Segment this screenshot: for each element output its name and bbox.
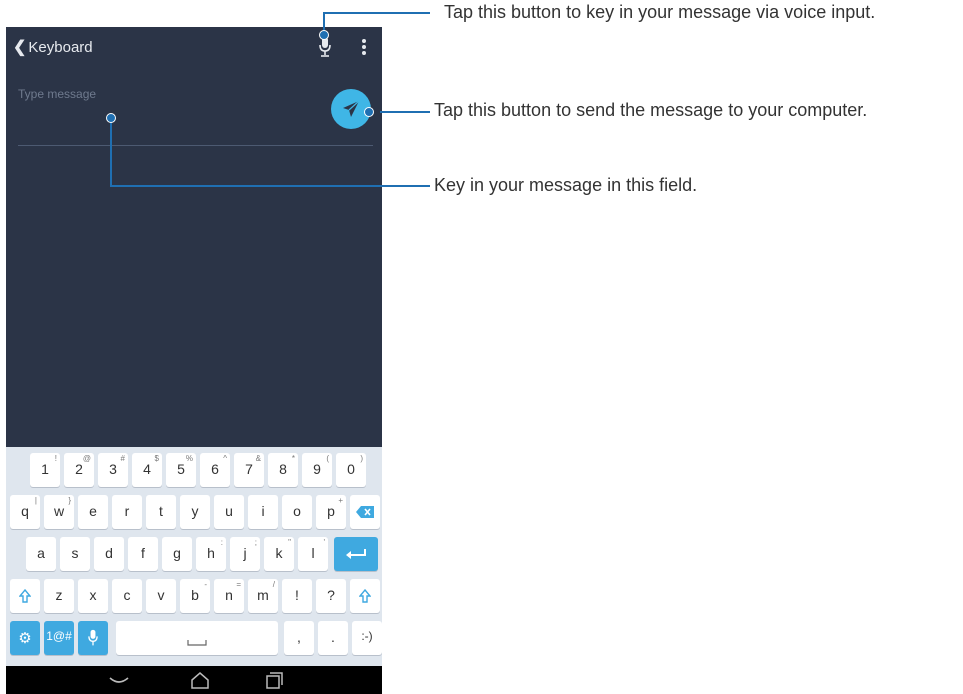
back-button[interactable]: ❮ Keyboard bbox=[13, 37, 93, 57]
key[interactable]: e bbox=[78, 495, 108, 529]
key[interactable]: v bbox=[146, 579, 176, 613]
key[interactable]: 5% bbox=[166, 453, 196, 487]
field-callout-dot bbox=[106, 113, 116, 123]
recent-apps-icon[interactable] bbox=[263, 670, 285, 690]
key[interactable]: ! bbox=[282, 579, 312, 613]
key[interactable]: z bbox=[44, 579, 74, 613]
key[interactable]: d bbox=[94, 537, 124, 571]
enter-icon bbox=[346, 549, 366, 559]
backspace-key[interactable] bbox=[350, 495, 380, 529]
key[interactable]: q | bbox=[10, 495, 40, 529]
navigation-bar bbox=[6, 666, 382, 694]
keyboard-row-bottom: ⚙ 1@# , . :-) bbox=[6, 619, 382, 655]
send-callout-line bbox=[380, 111, 430, 113]
shift-key-left[interactable] bbox=[10, 579, 40, 613]
keyboard-settings-key[interactable]: ⚙ bbox=[10, 621, 40, 655]
shift-key-right[interactable] bbox=[350, 579, 380, 613]
soft-keyboard: 1! 2 @ 3 # 4 $ 5% 6 ^ 7 & 8 * 9( 0) q | w} e r … bbox=[6, 447, 382, 666]
key[interactable]: t bbox=[146, 495, 176, 529]
key[interactable]: w} bbox=[44, 495, 74, 529]
voice-callout-dot bbox=[319, 30, 329, 40]
period-key[interactable]: . bbox=[318, 621, 348, 655]
key[interactable]: 8 * bbox=[268, 453, 298, 487]
keyboard-row-zxcv: z x c v b- n = m / ! ? bbox=[6, 577, 382, 613]
home-icon[interactable] bbox=[189, 670, 211, 690]
enter-key[interactable] bbox=[334, 537, 378, 571]
field-callout-line bbox=[110, 185, 430, 187]
key[interactable]: p + bbox=[316, 495, 346, 529]
key[interactable]: i bbox=[248, 495, 278, 529]
key[interactable]: 6 ^ bbox=[200, 453, 230, 487]
overflow-menu-icon[interactable] bbox=[361, 36, 367, 58]
back-label: Keyboard bbox=[28, 38, 93, 56]
key[interactable]: s bbox=[60, 537, 90, 571]
backspace-icon bbox=[356, 506, 374, 518]
comma-key[interactable]: , bbox=[284, 621, 314, 655]
field-callout-line bbox=[110, 117, 112, 186]
key[interactable]: f bbox=[128, 537, 158, 571]
key[interactable]: b- bbox=[180, 579, 210, 613]
space-icon bbox=[187, 640, 207, 646]
back-nav-icon[interactable] bbox=[108, 670, 130, 690]
key[interactable]: o bbox=[282, 495, 312, 529]
send-callout-text: Tap this button to send the message to y… bbox=[434, 100, 868, 120]
key[interactable]: r bbox=[112, 495, 142, 529]
keyboard-row-qwerty: q | w} e r t y u i o p + bbox=[6, 493, 382, 529]
key[interactable]: 2 @ bbox=[64, 453, 94, 487]
key[interactable]: 7 & bbox=[234, 453, 264, 487]
key[interactable]: h: bbox=[196, 537, 226, 571]
message-input[interactable]: Type message bbox=[18, 87, 96, 101]
key[interactable]: 4 $ bbox=[132, 453, 162, 487]
gear-icon: ⚙ bbox=[18, 630, 32, 647]
key[interactable]: l ' bbox=[298, 537, 328, 571]
key[interactable]: 9( bbox=[302, 453, 332, 487]
key[interactable]: j; bbox=[230, 537, 260, 571]
shift-icon bbox=[359, 589, 371, 603]
key[interactable]: a bbox=[26, 537, 56, 571]
message-input-underline bbox=[18, 145, 373, 146]
key[interactable]: x bbox=[78, 579, 108, 613]
voice-callout-text: Tap this button to key in your message v… bbox=[444, 2, 876, 22]
keyboard-row-asdf: a s d f g h: j; k " l ' bbox=[6, 535, 382, 571]
space-key[interactable] bbox=[116, 621, 278, 655]
voice-callout-line bbox=[323, 12, 430, 14]
chevron-left-icon: ❮ bbox=[13, 39, 27, 56]
microphone-icon bbox=[88, 629, 98, 646]
send-icon bbox=[343, 100, 360, 117]
key[interactable]: 3 # bbox=[98, 453, 128, 487]
key[interactable]: m / bbox=[248, 579, 278, 613]
send-callout-dot bbox=[364, 107, 374, 117]
key[interactable]: 1! bbox=[30, 453, 60, 487]
key[interactable]: ? bbox=[316, 579, 346, 613]
voice-input-key[interactable] bbox=[78, 621, 108, 655]
field-callout-text: Key in your message in this field. bbox=[434, 175, 698, 195]
key[interactable]: y bbox=[180, 495, 210, 529]
key[interactable]: k " bbox=[264, 537, 294, 571]
phone-screen: ❮ Keyboard Type message 1! 2 @ 3 # 4 $ 5% bbox=[6, 27, 382, 694]
shift-icon bbox=[19, 589, 31, 603]
key[interactable]: n = bbox=[214, 579, 244, 613]
keyboard-row-numbers: 1! 2 @ 3 # 4 $ 5% 6 ^ 7 & 8 * 9( 0) bbox=[6, 451, 382, 487]
key[interactable]: 0) bbox=[336, 453, 366, 487]
key[interactable]: c bbox=[112, 579, 142, 613]
key[interactable]: u bbox=[214, 495, 244, 529]
symbols-key[interactable]: 1@# bbox=[44, 621, 74, 655]
key[interactable]: g bbox=[162, 537, 192, 571]
emoji-key[interactable]: :-) bbox=[352, 621, 382, 655]
